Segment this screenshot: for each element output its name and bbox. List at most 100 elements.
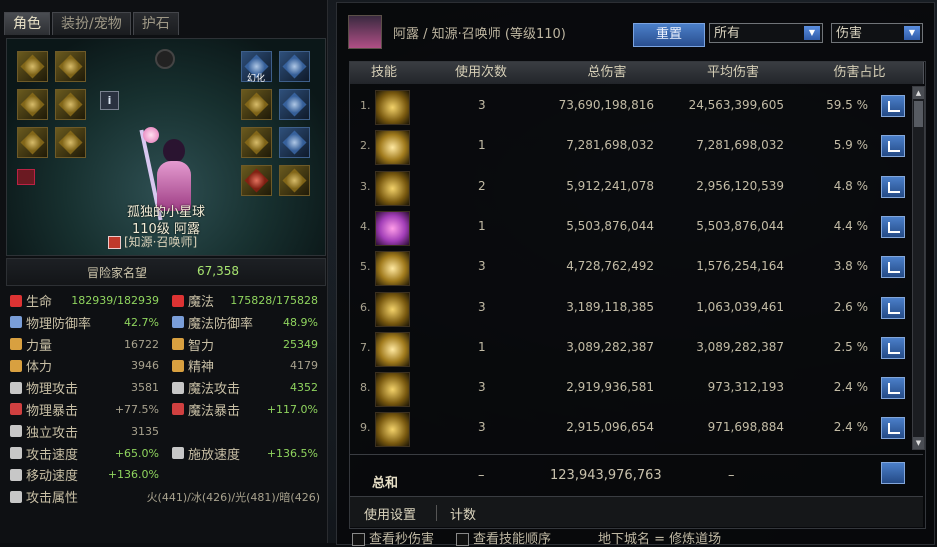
share-button[interactable] [881,135,905,158]
equip-slot-magic-stone[interactable] [241,165,272,196]
share-button[interactable] [881,377,905,400]
total-average: – [728,468,735,483]
checkbox[interactable] [456,533,469,546]
row-index: 1. [360,99,371,112]
row-index: 4. [360,219,371,233]
share-button[interactable] [881,215,905,238]
check-skill-order[interactable]: 查看技能顺序 [456,528,551,547]
tab-character[interactable]: 角色 [4,12,50,35]
stat-value: 42.7% [124,315,159,329]
tab-talisman[interactable]: 护石 [132,12,179,35]
row-total: 5,503,876,044 [566,218,654,233]
skill-icon [375,251,410,287]
equip-slot-weapon[interactable] [17,51,48,82]
character-panel: 角色 装扮/宠物 护石 i 幻化 孤独的小星球 110级 阿露 [知源·召唤师]… [0,0,328,543]
table-row[interactable]: 5. 3 4,728,762,492 1,576,254,164 3.8 % [350,247,910,288]
skill-icon [375,210,410,246]
scroll-down-icon[interactable]: ▼ [913,437,924,449]
skill-icon [375,90,410,125]
share-button[interactable] [881,95,905,117]
stat-cell: 魔法暴击 +117.0% [172,399,322,420]
header-total[interactable]: 总伤害 [544,62,671,84]
equip-slot-earring[interactable] [279,165,310,196]
scrollbar[interactable]: ▲ ▼ [912,86,925,450]
row-index: 8. [360,381,371,395]
row-total: 3,189,118,385 [566,299,654,314]
table-row[interactable]: 4. 1 5,503,876,044 5,503,876,044 4.4 % [350,207,910,248]
equip-slot-bracelet[interactable] [241,89,272,120]
stat-row: 攻击速度 +65.0% 施放速度 +136.5% [6,443,324,465]
tab-count[interactable]: 计数 [450,504,476,523]
character-portrait: i 幻化 孤独的小星球 110级 阿露 [6,38,326,256]
equip-slot-ring[interactable] [241,127,272,158]
divider [350,454,923,455]
row-total: 2,919,936,581 [566,380,654,395]
row-index: 3. [360,179,371,193]
huanhua-label: 幻化 [247,74,266,84]
share-button[interactable] [881,175,905,198]
row-average: 2,956,120,539 [696,178,784,193]
share-total-button[interactable] [881,462,905,484]
row-share: 2.4 % [833,380,868,395]
row-index: 9. [360,421,371,435]
table-row[interactable]: 1. 3 73,690,198,816 24,563,399,605 59.5 … [350,86,910,127]
tab-costume-pet[interactable]: 装扮/宠物 [52,12,131,35]
header-share[interactable]: 伤害占比 [796,62,924,84]
stat-value: 4352 [290,381,318,395]
filter-select[interactable]: 所有 ▼ [709,23,823,43]
damage-table: 技能 使用次数 总伤害 平均伤害 伤害占比 1. 3 73,690,198,81… [349,61,926,529]
skill-icon [375,372,410,408]
pet-slot-icon[interactable] [155,49,175,69]
stat-cell [172,464,322,485]
scroll-thumb[interactable] [914,101,923,127]
stat-row: 独立攻击 3135 [6,421,324,443]
stat-value: 175828/175828 [230,294,318,307]
header-uses[interactable]: 使用次数 [418,62,545,84]
row-uses: 3 [478,420,486,435]
row-total: 3,089,282,387 [566,339,654,354]
mode-select[interactable]: 伤害 ▼ [831,23,923,43]
stat-cell: 魔法 175828/175828 [172,290,322,311]
equip-slot-top[interactable] [55,89,86,120]
reset-button[interactable]: 重置 [633,23,705,47]
check-dps[interactable]: 查看秒伤害 [352,528,434,547]
share-button[interactable] [881,417,905,440]
table-row[interactable]: 6. 3 3,189,118,385 1,063,039,461 2.6 % [350,288,910,329]
equip-slot-pants[interactable] [55,127,86,158]
share-button[interactable] [881,336,905,359]
stat-cell: 精神 4179 [172,355,322,376]
stat-cell: 智力 25349 [172,334,322,355]
table-row[interactable]: 8. 3 2,919,936,581 973,312,193 2.4 % [350,368,910,409]
info-icon[interactable]: i [100,91,119,110]
table-row[interactable]: 7. 1 3,089,282,387 3,089,282,387 2.5 % [350,328,910,369]
equip-slot-shoulder[interactable] [17,89,48,120]
total-damage: 123,943,976,763 [550,468,662,483]
fame-label: 冒险家名望 [87,266,148,280]
header-skill[interactable]: 技能 [350,62,419,84]
equip-slot-sub[interactable] [279,127,310,158]
row-uses: 1 [478,138,486,153]
checkbox[interactable] [352,533,365,546]
row-average: 971,698,884 [707,420,784,435]
equip-slot-necklace[interactable] [279,89,310,120]
row-uses: 1 [478,218,486,233]
share-button[interactable] [881,256,905,279]
equip-slot-title[interactable] [55,51,86,82]
table-row[interactable]: 2. 1 7,281,698,032 7,281,698,032 5.9 % [350,126,910,167]
table-row[interactable]: 3. 2 5,912,241,078 2,956,120,539 4.8 % [350,167,910,208]
stat-row: 物理攻击 3581 魔法攻击 4352 [6,377,324,399]
equip-slot-belt[interactable] [17,127,48,158]
row-share: 2.4 % [833,420,868,435]
heart-icon[interactable] [17,169,35,185]
stat-cell: 体力 3946 [10,355,160,376]
tab-usage-settings[interactable]: 使用设置 [364,504,416,523]
share-button[interactable] [881,296,905,319]
scroll-up-icon[interactable]: ▲ [913,87,924,99]
job-label: [知源·召唤师] [108,233,197,250]
character-title: 阿露 / 知源·召唤师 (等级110) [393,27,566,42]
equip-slot-aura[interactable] [279,51,310,82]
row-total: 5,912,241,078 [566,178,654,193]
row-uses: 3 [478,259,486,274]
table-row[interactable]: 9. 3 2,915,096,654 971,698,884 2.4 % [350,408,910,449]
header-average[interactable]: 平均伤害 [670,62,797,84]
